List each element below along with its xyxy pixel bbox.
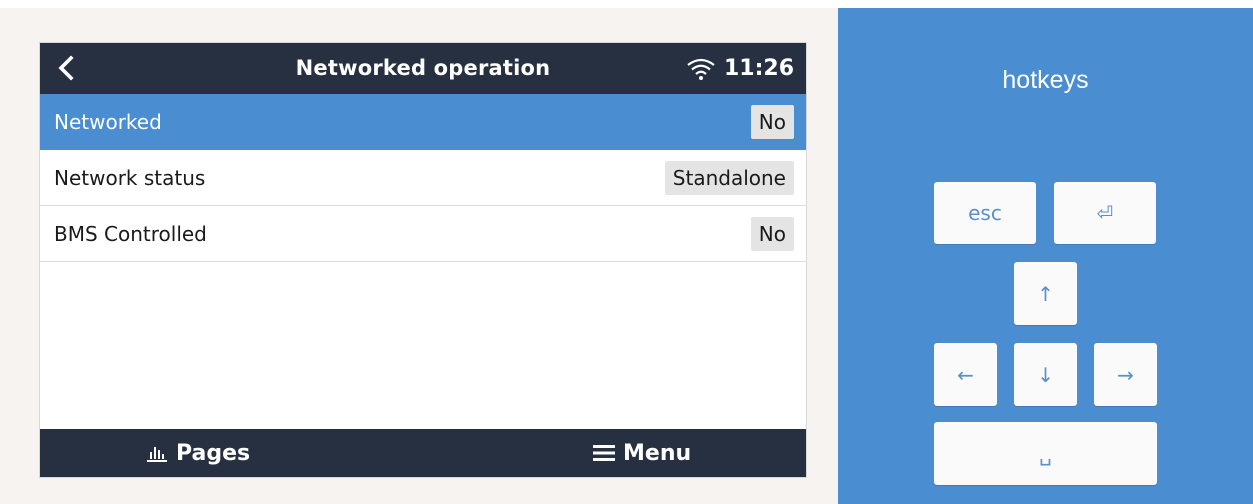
esc-label: esc (968, 201, 1002, 225)
space-icon: ␣ (1039, 441, 1052, 466)
space-key[interactable]: ␣ (934, 422, 1157, 485)
right-arrow-key[interactable]: → (1094, 343, 1157, 406)
row-label: Network status (54, 166, 206, 190)
top-edge (0, 0, 1253, 8)
wifi-icon (687, 58, 715, 80)
pages-chart-icon (147, 447, 167, 462)
clock: 11:26 (723, 56, 794, 81)
row-value: No (750, 217, 794, 251)
right-arrow-icon: → (1117, 362, 1134, 387)
title-bar: Networked operation 11:26 (40, 43, 806, 94)
bottom-bar: Pages Menu (40, 429, 806, 477)
device-screen: Networked operation 11:26 Networked No N… (39, 42, 807, 478)
left-arrow-key[interactable]: ← (934, 343, 997, 406)
hamburger-menu-icon (593, 445, 615, 461)
row-networked[interactable]: Networked No (40, 94, 806, 150)
menu-label: Menu (623, 440, 692, 466)
pages-label: Pages (176, 440, 251, 466)
up-arrow-key[interactable]: ↑ (1014, 262, 1077, 325)
row-network-status[interactable]: Network status Standalone (40, 150, 806, 206)
enter-icon: ⏎ (1096, 201, 1114, 225)
down-arrow-key[interactable]: ↓ (1014, 343, 1077, 406)
row-label: Networked (54, 110, 162, 134)
hotkeys-panel: hotkeys esc ⏎ ↑ ← ↓ → ␣ (838, 8, 1253, 504)
hotkeys-title: hotkeys (1002, 66, 1089, 94)
status-area: 11:26 (686, 43, 794, 94)
row-value: No (750, 105, 794, 139)
up-arrow-icon: ↑ (1037, 281, 1054, 306)
row-label: BMS Controlled (54, 222, 207, 246)
row-bms-controlled[interactable]: BMS Controlled No (40, 206, 806, 262)
row-value: Standalone (664, 161, 794, 195)
esc-key[interactable]: esc (934, 182, 1036, 244)
pages-button[interactable]: Pages (146, 429, 250, 477)
menu-button[interactable]: Menu (593, 429, 691, 477)
enter-key[interactable]: ⏎ (1054, 182, 1156, 244)
down-arrow-icon: ↓ (1037, 362, 1054, 387)
left-arrow-icon: ← (957, 362, 974, 387)
